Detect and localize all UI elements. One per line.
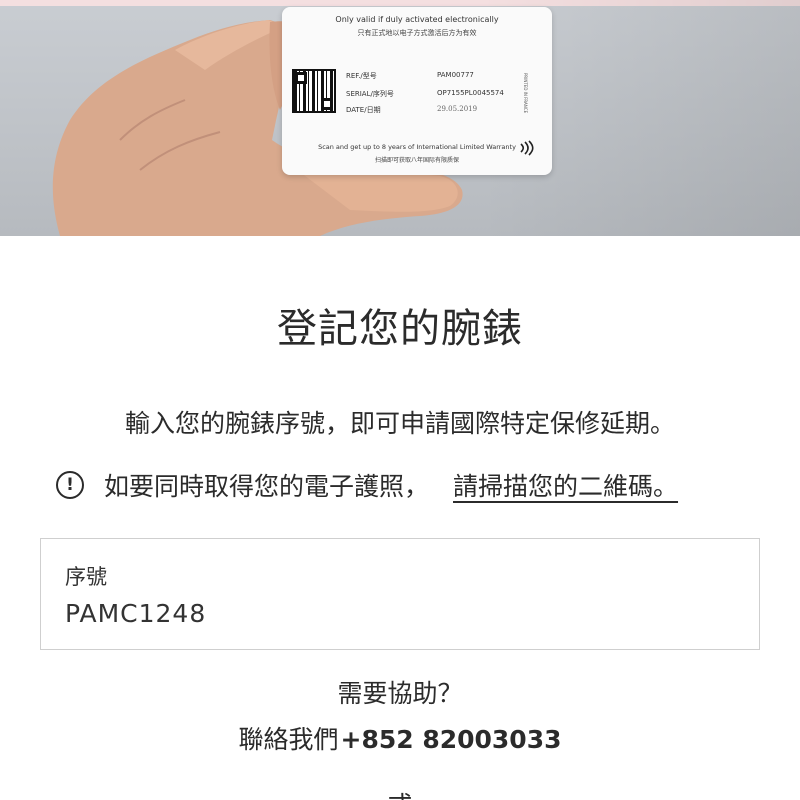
card-serial-label: SERIAL/序列号 xyxy=(346,90,394,98)
serial-number-field[interactable]: 序號 xyxy=(40,538,760,650)
qr-notice: ! 如要同時取得您的電子護照， 請掃描您的二維碼。 xyxy=(56,468,678,502)
card-bottom-line-2: 扫描即可获取八年国际有限质保 xyxy=(374,157,459,164)
contact-prefix: 聯絡我們 xyxy=(238,725,339,754)
scan-qr-link[interactable]: 請掃描您的二維碼。 xyxy=(453,467,678,503)
serial-number-label: 序號 xyxy=(65,565,107,589)
card-ref-value: PAM00777 xyxy=(437,71,474,79)
serial-number-input[interactable] xyxy=(65,595,725,631)
description-text: 輸入您的腕錶序號，即可申請國際特定保修延期。 xyxy=(124,409,675,438)
card-side-text: PRINTED IN FRANCE xyxy=(523,73,528,114)
info-icon: ! xyxy=(56,471,84,499)
warranty-card: Only valid if duly activated electronica… xyxy=(282,7,552,175)
help-question: 需要協助？ xyxy=(337,679,463,708)
qr-code-icon xyxy=(292,69,336,113)
card-ref-label: REF./型号 xyxy=(346,72,377,80)
card-line-1: Only valid if duly activated electronica… xyxy=(335,15,499,24)
card-bottom-line-1: Scan and get up to 8 years of Internatio… xyxy=(318,143,516,151)
card-date-value: 29.05.2019 xyxy=(437,105,478,113)
page-title: 登記您的腕錶 xyxy=(277,306,523,352)
registration-page: Only valid if duly activated electronica… xyxy=(0,0,800,800)
or-text: 或 xyxy=(0,786,800,800)
notice-text: 如要同時取得您的電子護照， xyxy=(104,472,430,501)
contact-line: 聯絡我們+852 82003033 xyxy=(0,720,800,756)
card-line-2: 只有正式地以电子方式激活后方为有效 xyxy=(357,29,477,37)
card-date-label: DATE/日期 xyxy=(346,106,381,114)
phone-link[interactable]: +852 82003033 xyxy=(341,725,562,754)
hero-image: Only valid if duly activated electronica… xyxy=(0,0,800,236)
card-serial-value: OP7155PL0045574 xyxy=(437,89,504,97)
nfc-icon xyxy=(518,140,534,159)
